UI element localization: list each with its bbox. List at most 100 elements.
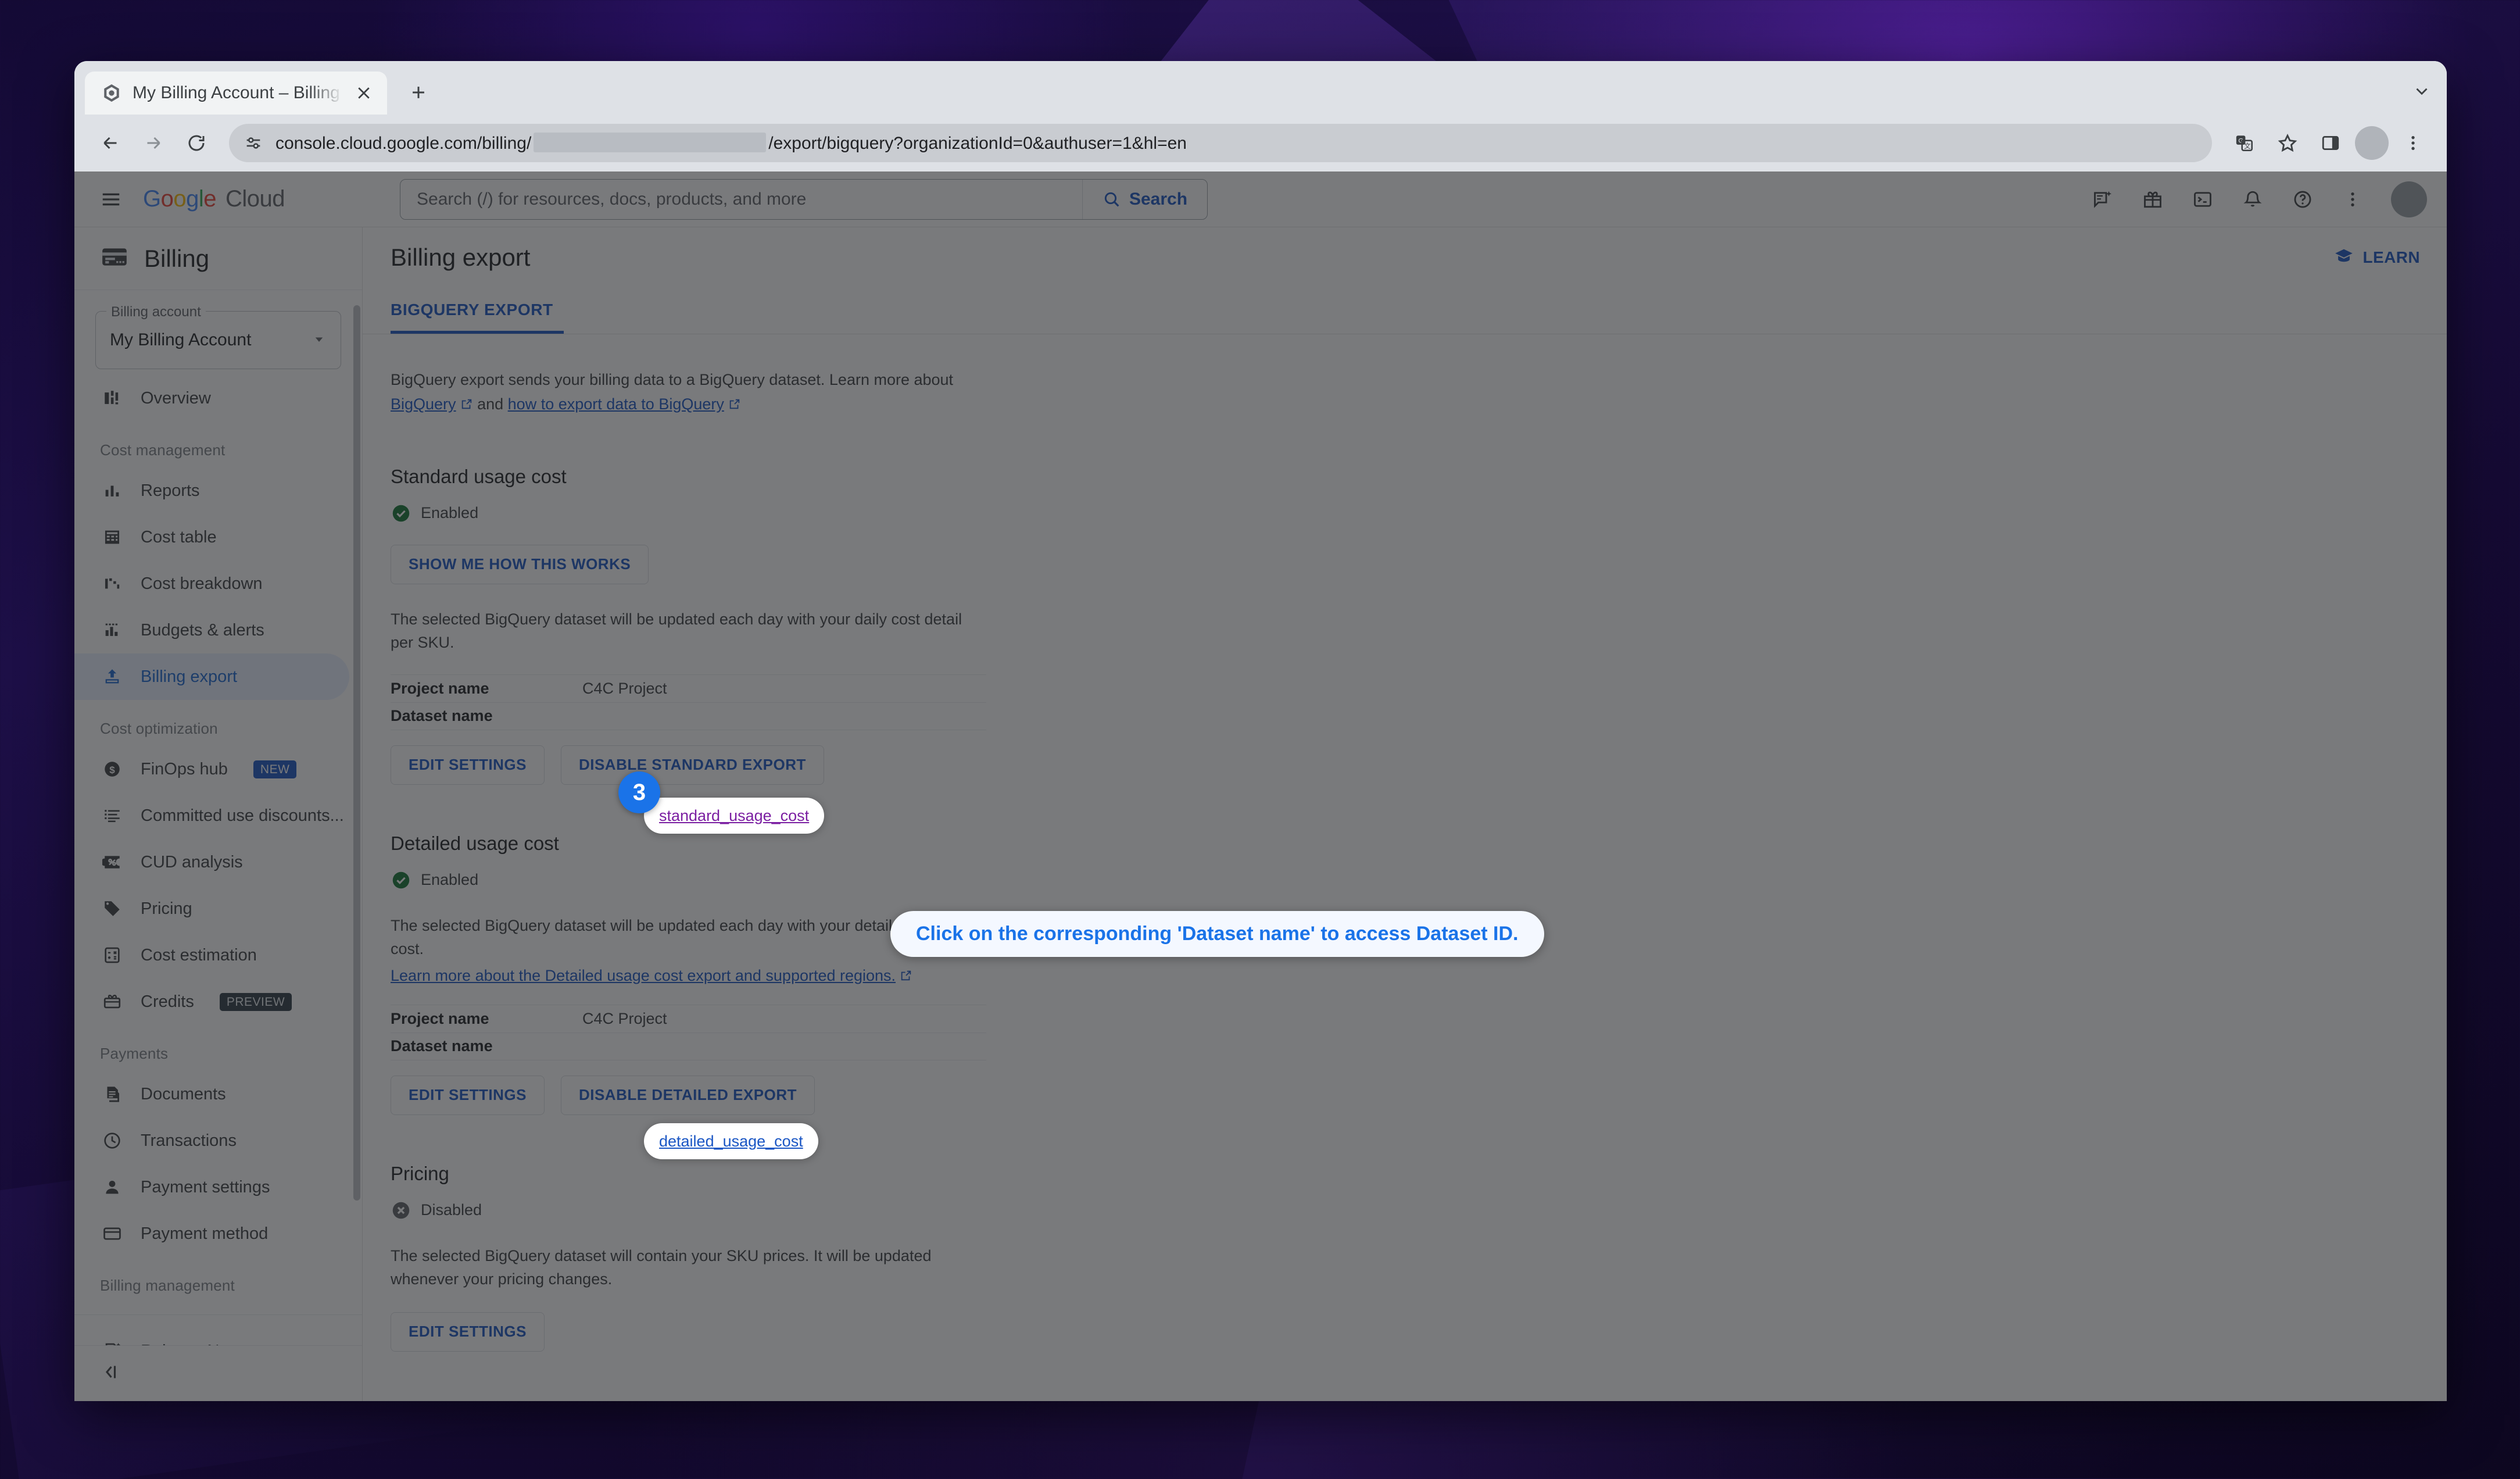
main-tabbar: BIGQUERY EXPORT <box>363 288 2447 334</box>
section-standard-usage-cost: Standard usage cost Enabled SHOW ME HOW … <box>391 466 2419 785</box>
notifications-bell-icon[interactable] <box>2235 182 2270 217</box>
help-icon[interactable] <box>2285 182 2320 217</box>
sidebar-item-cost-breakdown[interactable]: Cost breakdown <box>74 560 349 607</box>
address-bar[interactable]: console.cloud.google.com/billing//export… <box>229 124 2212 162</box>
edit-settings-button[interactable]: EDIT SETTINGS <box>391 745 545 785</box>
chevron-down-icon[interactable] <box>310 330 328 351</box>
browser-menu-icon[interactable] <box>2394 124 2432 162</box>
address-bar-url: console.cloud.google.com/billing//export… <box>275 133 1187 153</box>
forward-icon[interactable] <box>135 124 172 162</box>
section-title: Detailed usage cost <box>391 832 559 854</box>
bar-chart-icon <box>100 478 124 503</box>
highlight-standard-dataset-name[interactable]: standard_usage_cost <box>644 798 825 834</box>
sidebar-item-cost-table[interactable]: Cost table <box>74 514 349 560</box>
browser-profile-avatar[interactable] <box>2355 126 2389 160</box>
check-circle-icon <box>391 503 411 524</box>
calculator-icon <box>100 943 124 967</box>
sidebar-item-label: Cost breakdown <box>141 574 263 593</box>
disable-standard-export-button[interactable]: DISABLE STANDARD EXPORT <box>560 745 824 785</box>
sidebar-item-payment-method[interactable]: Payment method <box>74 1210 349 1257</box>
sidebar-item-label: CUD analysis <box>141 852 243 871</box>
close-tab-icon[interactable] <box>353 83 374 103</box>
tutorial-callout: Click on the corresponding 'Dataset name… <box>890 911 1544 957</box>
logo-cloud-word: Cloud <box>225 186 285 212</box>
sidebar-item-label: Pricing <box>141 899 192 918</box>
more-options-icon[interactable] <box>2335 182 2370 217</box>
google-cloud-logo[interactable]: Go o g l e Cloud <box>143 186 285 212</box>
standard-usage-cost-dataset-link[interactable]: standard_usage_cost <box>659 807 809 825</box>
disable-detailed-export-button[interactable]: DISABLE DETAILED EXPORT <box>560 1075 815 1115</box>
intro-conjunction: and <box>477 395 504 413</box>
redacted-url-segment <box>534 133 767 152</box>
svg-text:文: 文 <box>2244 142 2250 150</box>
sidebar-scrollbar[interactable] <box>353 305 360 1201</box>
release-notes-icon[interactable] <box>2085 182 2120 217</box>
bigquery-link[interactable]: BigQuery <box>391 395 456 413</box>
global-search[interactable]: Search <box>400 178 1208 220</box>
row-key: Dataset name <box>391 1037 493 1055</box>
browser-tab[interactable]: My Billing Account – Billing e <box>85 72 387 115</box>
logo-letter: o <box>173 186 187 212</box>
sidebar-item-documents[interactable]: Documents <box>74 1071 349 1117</box>
sidebar-item-pricing[interactable]: Pricing <box>74 885 349 932</box>
back-icon[interactable] <box>92 124 129 162</box>
content-area: BigQuery export sends your billing data … <box>363 334 2447 1352</box>
external-link-icon <box>728 394 741 418</box>
section-description: The selected BigQuery dataset will conta… <box>391 1246 932 1288</box>
learn-button[interactable]: LEARN <box>2334 246 2420 270</box>
translate-icon[interactable]: G文 <box>2226 124 2263 162</box>
collapse-sidebar-icon[interactable] <box>100 1362 121 1385</box>
graduation-cap-icon <box>2334 246 2354 270</box>
sidebar-item-label: Reports <box>141 481 200 500</box>
sidebar-item-cud-analysis[interactable]: CUD analysis <box>74 839 349 885</box>
edit-settings-button[interactable]: EDIT SETTINGS <box>391 1075 545 1115</box>
new-tab-button[interactable] <box>401 75 436 110</box>
table-row: Project name C4C Project <box>391 674 986 702</box>
site-settings-icon[interactable] <box>241 130 266 156</box>
show-me-how-this-works-button[interactable]: SHOW ME HOW THIS WORKS <box>391 544 649 584</box>
sidebar-item-label: Transactions <box>141 1131 237 1150</box>
sidebar-item-committed-use-discounts[interactable]: Committed use discounts... <box>74 792 349 839</box>
standard-usage-cost-table: Project name C4C Project Dataset name <box>391 674 986 730</box>
sidebar-section-heading: Payments <box>100 1045 169 1062</box>
sidebar-item-finops-hub[interactable]: $ FinOps hub NEW <box>74 746 349 792</box>
tag-icon <box>100 896 124 921</box>
highlight-detailed-dataset-name[interactable]: detailed_usage_cost <box>644 1123 818 1159</box>
svg-text:$: $ <box>109 764 115 776</box>
intro-paragraph: BigQuery export sends your billing data … <box>391 368 972 418</box>
sidebar-item-credits[interactable]: Credits PREVIEW <box>74 978 349 1025</box>
sidebar-product-title: Billing <box>144 244 210 272</box>
sidebar: Billing Billing account My Billing Accou… <box>74 227 363 1401</box>
gift-icon[interactable] <box>2135 182 2170 217</box>
row-key: Project name <box>391 679 489 697</box>
search-button[interactable]: Search <box>1082 179 1207 219</box>
window-dropdown-icon[interactable] <box>2412 81 2432 104</box>
search-button-label: Search <box>1129 189 1188 209</box>
sidebar-item-overview[interactable]: Overview <box>74 375 349 421</box>
sidebar-item-budgets-alerts[interactable]: Budgets & alerts <box>74 607 349 653</box>
sidebar-item-cost-estimation[interactable]: Cost estimation <box>74 932 349 978</box>
navigation-menu-icon[interactable] <box>92 180 130 219</box>
how-to-export-link[interactable]: how to export data to BigQuery <box>508 395 724 413</box>
sidebar-item-reports[interactable]: Reports <box>74 467 349 514</box>
detailed-usage-cost-dataset-link[interactable]: detailed_usage_cost <box>659 1133 803 1151</box>
cloud-shell-icon[interactable] <box>2185 182 2220 217</box>
bookmark-star-icon[interactable] <box>2269 124 2306 162</box>
billing-product-icon <box>100 242 129 274</box>
sidebar-item-payment-settings[interactable]: Payment settings <box>74 1164 349 1210</box>
learn-button-label: LEARN <box>2362 248 2420 266</box>
sidebar-item-label: Overview <box>141 388 211 408</box>
search-input[interactable] <box>400 189 1082 209</box>
learn-more-detailed-link[interactable]: Learn more about the Detailed usage cost… <box>391 967 896 984</box>
sidebar-item-billing-export[interactable]: Billing export <box>74 653 349 700</box>
section-title: Pricing <box>391 1162 449 1184</box>
billing-account-select[interactable]: Billing account My Billing Account <box>95 304 341 369</box>
user-avatar[interactable] <box>2391 181 2427 217</box>
sidebar-item-release-notes[interactable]: Release Notes <box>74 1328 349 1345</box>
reload-icon[interactable] <box>178 124 215 162</box>
sidebar-item-transactions[interactable]: Transactions <box>74 1117 349 1164</box>
tab-bigquery-export[interactable]: BIGQUERY EXPORT <box>391 288 564 334</box>
row-value: C4C Project <box>582 679 667 697</box>
side-panel-icon[interactable] <box>2312 124 2349 162</box>
edit-settings-button[interactable]: EDIT SETTINGS <box>391 1312 545 1352</box>
